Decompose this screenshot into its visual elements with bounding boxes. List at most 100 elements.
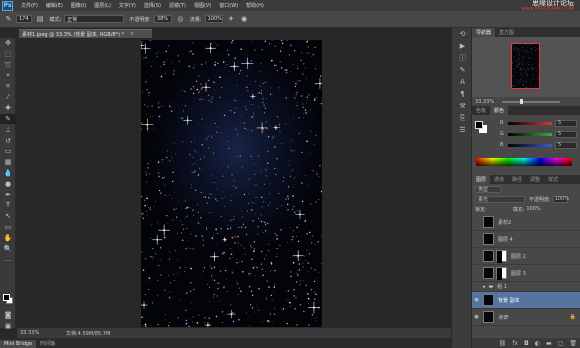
tab-paths[interactable]: 路径 bbox=[508, 175, 526, 184]
healing-tool-icon[interactable]: ✚ bbox=[0, 103, 16, 114]
menu-select[interactable]: 选择(S) bbox=[144, 2, 161, 9]
flow-input[interactable]: 100% bbox=[204, 15, 223, 23]
eraser-tool-icon[interactable]: ▭ bbox=[0, 146, 16, 157]
navigator-zoom-slider[interactable] bbox=[502, 98, 561, 104]
blend-mode-select[interactable]: 柔光 bbox=[475, 195, 525, 203]
foreground-color-swatch[interactable] bbox=[3, 294, 10, 301]
airbrush-icon[interactable]: ✈ bbox=[227, 15, 236, 24]
close-icon[interactable]: × bbox=[130, 31, 134, 37]
actions-panel-icon[interactable]: ▶ bbox=[452, 40, 473, 52]
history-panel-icon[interactable]: ⟲ bbox=[452, 28, 473, 40]
menu-layer[interactable]: 图层(L) bbox=[94, 2, 111, 9]
properties-panel-icon[interactable]: ☰ bbox=[452, 124, 473, 136]
document-tab[interactable]: 素材1.jpeg @ 33.3% (背景 副本, RGB/8*) * × bbox=[19, 29, 152, 38]
tab-timeline[interactable]: 时间轴 bbox=[36, 339, 59, 348]
menu-image[interactable]: 图像(I) bbox=[71, 2, 86, 9]
eye-icon[interactable]: ◉ bbox=[472, 297, 481, 303]
character-panel-icon[interactable]: A bbox=[452, 76, 473, 88]
menu-file[interactable]: 文件(F) bbox=[21, 2, 38, 9]
screen-mode-icon[interactable]: ▣ bbox=[0, 321, 16, 332]
move-tool-icon[interactable]: ✥ bbox=[0, 38, 16, 49]
delete-layer-icon[interactable]: 🗑 bbox=[569, 340, 577, 347]
menu-view[interactable]: 视图(V) bbox=[194, 2, 211, 9]
blur-tool-icon[interactable]: 💧 bbox=[0, 168, 16, 179]
menu-edit[interactable]: 编辑(E) bbox=[46, 2, 63, 9]
tool-presets-icon[interactable]: ⚒ bbox=[452, 100, 473, 112]
brush-size-picker[interactable]: 174 bbox=[16, 15, 32, 23]
more-tools-icon[interactable]: … bbox=[0, 254, 16, 265]
layer-filter-select[interactable]: 类型 bbox=[475, 185, 501, 193]
brush-tool-icon[interactable]: ✎ bbox=[0, 113, 16, 125]
expand-arrow-icon[interactable]: ▸ bbox=[483, 284, 486, 290]
document-canvas[interactable] bbox=[141, 40, 322, 327]
tab-color[interactable]: 颜色 bbox=[490, 106, 509, 115]
path-select-tool-icon[interactable]: ↖ bbox=[0, 211, 16, 222]
layer-row[interactable]: 图层 3 bbox=[472, 265, 580, 282]
paragraph-panel-icon[interactable]: ¶ bbox=[452, 88, 473, 100]
pressure-size-icon[interactable]: ◉ bbox=[240, 15, 249, 24]
menu-type[interactable]: 文字(Y) bbox=[119, 2, 136, 9]
navigator-zoom-value[interactable]: 33.33% bbox=[475, 99, 494, 105]
color-spectrum[interactable] bbox=[476, 158, 572, 166]
blue-slider[interactable] bbox=[508, 143, 552, 147]
type-tool-icon[interactable]: T bbox=[0, 200, 16, 211]
green-value[interactable]: 5 bbox=[555, 130, 577, 138]
layer-mask-thumbnail[interactable] bbox=[496, 267, 507, 280]
gradient-tool-icon[interactable]: ▦ bbox=[0, 157, 16, 168]
fill-input[interactable]: 100% bbox=[526, 206, 540, 212]
menu-filter[interactable]: 滤镜(T) bbox=[169, 2, 186, 9]
menu-window[interactable]: 窗口(W) bbox=[219, 2, 238, 9]
add-mask-icon[interactable]: ◘ bbox=[524, 340, 529, 347]
brush-panel-icon[interactable]: ▤ bbox=[36, 15, 45, 24]
layer-style-icon[interactable]: fx bbox=[512, 340, 518, 347]
navigator-thumbnail[interactable] bbox=[511, 43, 540, 89]
tab-mini-bridge[interactable]: Mini Bridge bbox=[0, 340, 37, 348]
link-layers-icon[interactable]: ⛓ bbox=[499, 340, 507, 347]
history-brush-tool-icon[interactable]: ↺ bbox=[0, 135, 16, 146]
shape-tool-icon[interactable]: ▭ bbox=[0, 222, 16, 233]
lasso-tool-icon[interactable]: ➰ bbox=[0, 60, 16, 71]
tab-layers[interactable]: 图层 bbox=[472, 175, 491, 184]
quick-select-tool-icon[interactable]: ⌖ bbox=[0, 70, 16, 81]
tab-adjustments[interactable]: 调整 bbox=[526, 175, 544, 184]
layer-row[interactable]: 素材2 bbox=[472, 214, 580, 231]
layer-row[interactable]: 图层 2 bbox=[472, 248, 580, 265]
adjustment-layer-icon[interactable]: ◐ bbox=[535, 340, 540, 347]
marquee-tool-icon[interactable]: ⬚ bbox=[0, 49, 16, 60]
quick-mask-icon[interactable]: ◙ bbox=[0, 310, 16, 321]
eyedropper-tool-icon[interactable]: ⁄ bbox=[0, 92, 16, 103]
info-panel-icon[interactable]: ⓘ bbox=[452, 52, 473, 64]
clone-source-icon[interactable]: ⎘ bbox=[452, 112, 473, 124]
opacity-input[interactable]: 38% bbox=[153, 15, 172, 23]
tab-channels[interactable]: 通道 bbox=[490, 175, 508, 184]
dodge-tool-icon[interactable]: ● bbox=[0, 178, 16, 189]
red-value[interactable]: 5 bbox=[555, 119, 577, 127]
layer-opacity-input[interactable]: 100% bbox=[552, 195, 569, 203]
tab-swatches[interactable]: 色板 bbox=[472, 106, 490, 115]
new-layer-icon[interactable]: ▢ bbox=[558, 340, 564, 347]
layer-row[interactable]: ◉ 背景 🔒 bbox=[472, 309, 580, 326]
brush-presets-icon[interactable]: ✎ bbox=[452, 64, 473, 76]
status-zoom[interactable]: 33.33% bbox=[20, 330, 44, 336]
menu-help[interactable]: 帮助(H) bbox=[246, 2, 264, 9]
tab-styles[interactable]: 样式 bbox=[544, 175, 562, 184]
clone-stamp-tool-icon[interactable]: ⊥ bbox=[0, 124, 16, 135]
color-foreground-swatch[interactable] bbox=[475, 121, 483, 129]
layer-row[interactable]: 图层 4 bbox=[472, 231, 580, 248]
red-slider[interactable] bbox=[508, 121, 552, 125]
new-group-icon[interactable]: ▬ bbox=[546, 340, 552, 347]
crop-tool-icon[interactable]: ⌗ bbox=[0, 81, 16, 92]
hand-tool-icon[interactable]: ✋ bbox=[0, 232, 16, 243]
layer-row[interactable]: ◉ 背景 副本 bbox=[472, 292, 580, 309]
tab-histogram[interactable]: 直方图 bbox=[495, 28, 518, 37]
pen-tool-icon[interactable]: ✒ bbox=[0, 189, 16, 200]
layer-mask-thumbnail[interactable] bbox=[496, 250, 507, 263]
pressure-opacity-icon[interactable]: ◎ bbox=[176, 15, 185, 24]
tab-navigator[interactable]: 导航器 bbox=[472, 28, 496, 37]
zoom-tool-icon[interactable]: 🔍 bbox=[0, 243, 16, 254]
brush-tool-icon[interactable]: ✎ bbox=[4, 15, 13, 24]
eye-icon[interactable]: ◉ bbox=[472, 314, 481, 320]
blue-value[interactable]: 5 bbox=[555, 141, 577, 149]
layer-group-row[interactable]: ▸ ▬ 组 1 bbox=[472, 282, 580, 292]
green-slider[interactable] bbox=[508, 132, 552, 136]
